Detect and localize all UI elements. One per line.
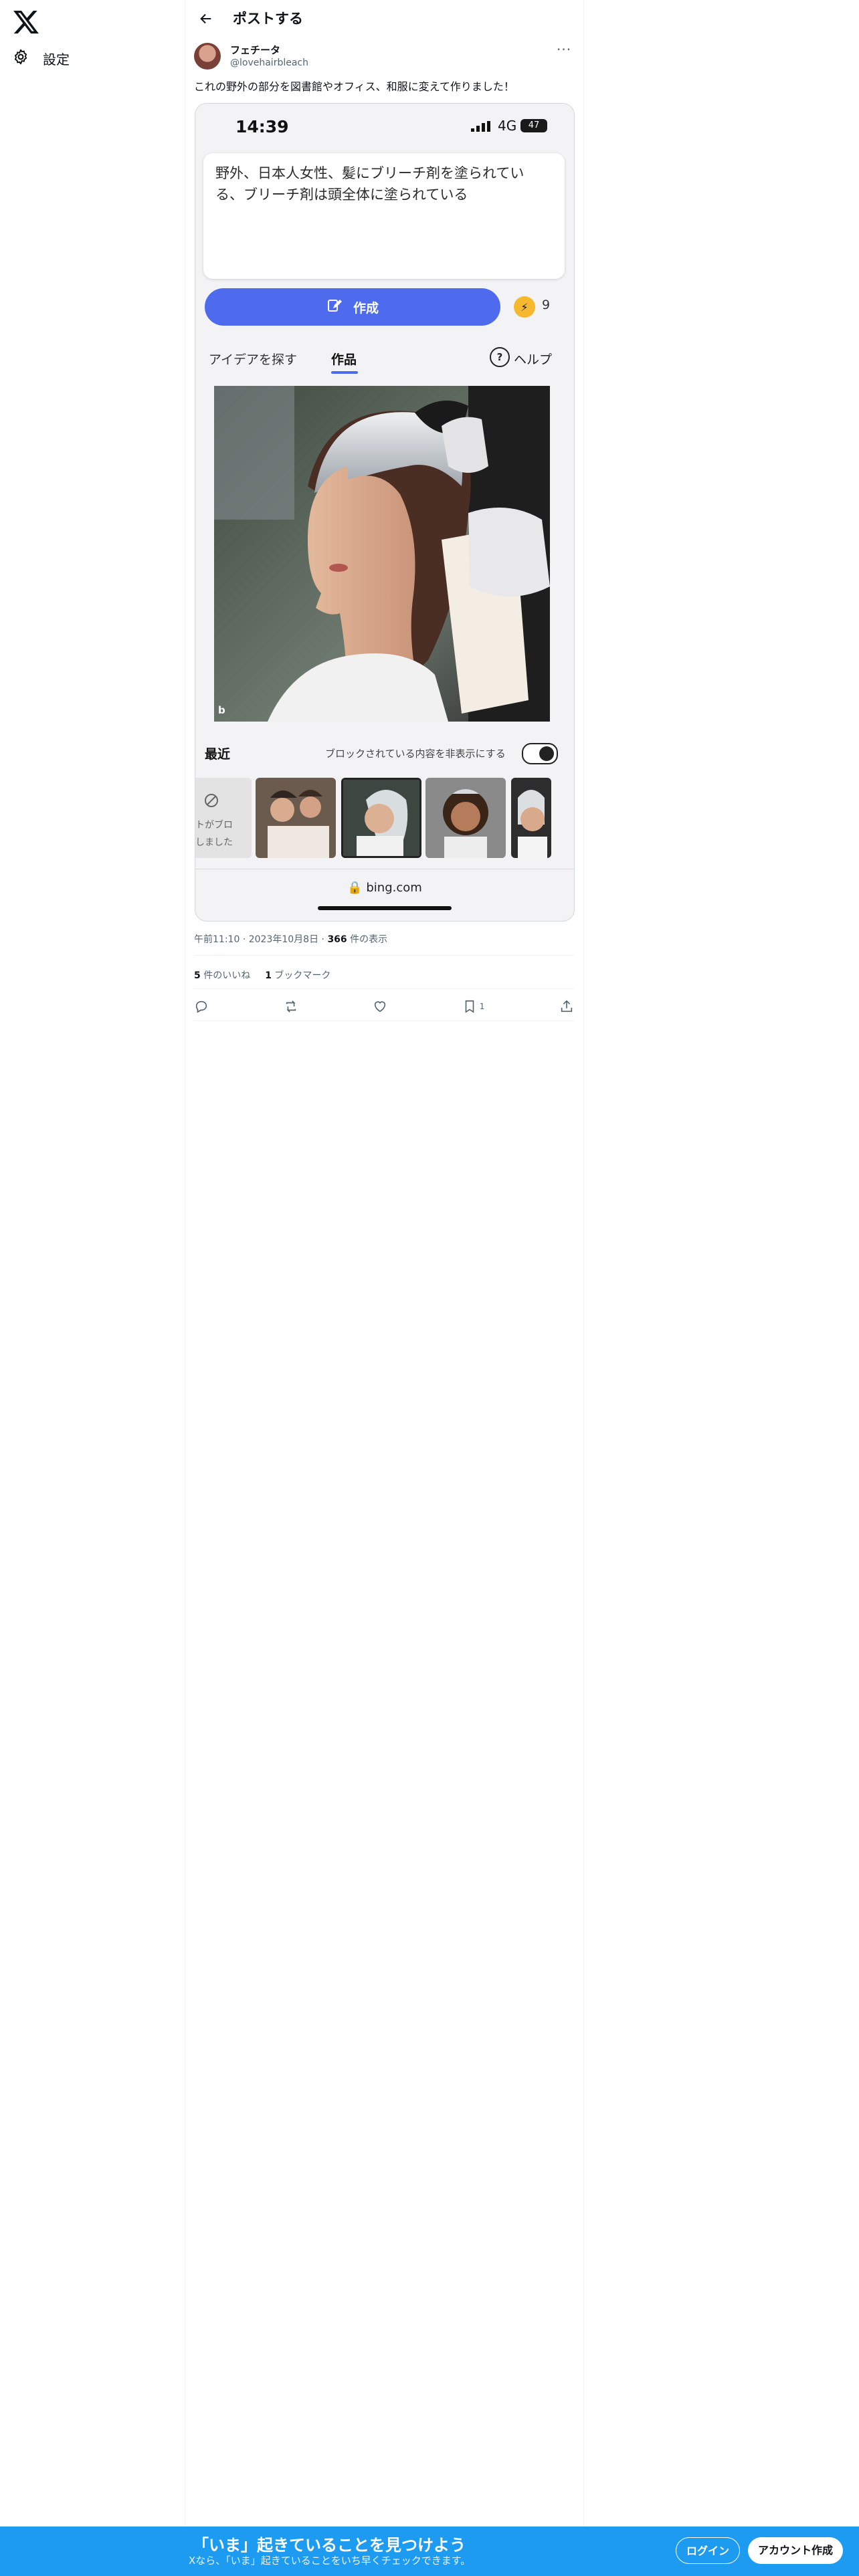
repost-icon (286, 1000, 296, 1012)
divider (194, 955, 574, 956)
nav-settings-label: 設定 (43, 51, 70, 68)
thumbnail[interactable] (256, 778, 336, 858)
recent-label: 最近 (205, 747, 231, 762)
post-image[interactable]: 14:39 4G 47 野外、日本人女性、髪にブリーチ剤を塗られている、ブリーチ… (195, 103, 575, 922)
login-button[interactable]: ログイン (676, 2537, 740, 2564)
reply-icon (195, 1000, 207, 1013)
blocked-thumbnail[interactable]: トがブロ しました (195, 778, 252, 858)
edit-icon (326, 298, 343, 317)
boost-count: 9 (542, 298, 551, 312)
post-time[interactable]: 午前11:10 (194, 934, 240, 945)
like-button[interactable] (373, 999, 387, 1014)
likes-stat[interactable]: 5 件のいいね (194, 968, 250, 982)
bookmarks-stat[interactable]: 1 ブックマーク (265, 968, 330, 982)
post-text: これの野外の部分を図書館やオフィス、和服に変えて作りました！ (194, 80, 514, 93)
create-label: 作成 (353, 300, 379, 316)
x-logo-icon[interactable] (12, 8, 40, 36)
reply-button[interactable] (194, 999, 209, 1014)
gear-icon (12, 48, 29, 69)
signal-icon (471, 121, 492, 134)
toggle-knob (539, 746, 554, 761)
post-date[interactable]: 2023年10月8日 (249, 934, 318, 945)
home-indicator (318, 906, 452, 910)
signup-banner: 「いま」起きていることを見つけよう Xなら、「いま」起きていることをいち早くチェ… (0, 2527, 859, 2576)
nav-settings[interactable]: 設定 (12, 47, 70, 70)
url-text: bing.com (366, 881, 422, 895)
boost-icon[interactable]: ⚡ (514, 296, 535, 318)
repost-button[interactable] (284, 999, 298, 1014)
create-button[interactable]: 作成 (205, 288, 500, 326)
share-button[interactable] (559, 999, 574, 1014)
url-bar[interactable]: 🔒 bing.com (195, 881, 574, 895)
banner-subtitle: Xなら、「いま」起きていることをいち早くチェックできます。 (189, 2555, 471, 2567)
likes-count: 5 (194, 970, 201, 981)
post-meta: 午前11:10 · 2023年10月8日 · 366 件の表示 (194, 934, 388, 945)
post-stats: 5 件のいいね 1 ブックマーク (194, 968, 330, 982)
bookmarks-count: 1 (265, 970, 272, 981)
generated-image[interactable] (214, 386, 550, 722)
share-icon (561, 1000, 573, 1012)
help-icon[interactable]: ? (490, 347, 510, 367)
prompt-input[interactable]: 野外、日本人女性、髪にブリーチ剤を塗られている、ブリーチ剤は頭全体に塗られている (203, 153, 565, 279)
bookmark-button[interactable]: 1 (462, 999, 485, 1014)
blocked-thumb-text: トがブロ しました (195, 820, 233, 848)
post-actions: 1 (194, 999, 574, 1014)
author-name[interactable]: フェチータ (230, 43, 280, 57)
blocked-icon (205, 794, 218, 807)
thumbnail[interactable] (511, 778, 551, 858)
heart-icon (374, 1001, 386, 1012)
bookmark-icon (465, 1000, 474, 1013)
hide-blocked-toggle[interactable] (522, 743, 558, 764)
phone-time: 14:39 (235, 117, 289, 136)
divider (194, 988, 574, 989)
views-count: 366 (327, 934, 347, 945)
lock-icon: 🔒 (347, 881, 363, 895)
tab-indicator (331, 371, 358, 374)
back-arrow-icon[interactable] (194, 7, 218, 31)
more-options-icon[interactable]: ··· (557, 41, 571, 58)
hide-blocked-label: ブロックされている内容を非表示にする (325, 748, 506, 760)
signup-button[interactable]: アカウント作成 (748, 2537, 843, 2564)
bookmarks-label: ブックマーク (274, 970, 331, 981)
likes-label: 件のいいね (203, 970, 251, 981)
banner-title: 「いま」起きていることを見つけよう (193, 2536, 466, 2555)
avatar[interactable] (194, 43, 221, 70)
views-label: 件の表示 (350, 934, 388, 945)
bing-logo-icon: b (218, 704, 225, 716)
thumbnail[interactable] (425, 778, 506, 858)
help-link[interactable]: ヘルプ (514, 350, 552, 368)
thumbnail-selected[interactable] (341, 778, 421, 858)
tab-creations[interactable]: 作品 (331, 350, 357, 368)
author-handle[interactable]: @lovehairbleach (230, 58, 308, 68)
page-title: ポストする (233, 11, 303, 27)
column-divider-right (583, 0, 584, 2576)
bookmark-count: 1 (479, 1002, 485, 1011)
battery-icon: 47 (520, 119, 547, 132)
network-label: 4G (498, 118, 517, 134)
tab-explore-ideas[interactable]: アイデアを探す (209, 350, 297, 368)
prompt-text: 野外、日本人女性、髪にブリーチ剤を塗られている、ブリーチ剤は頭全体に塗られている (215, 165, 524, 203)
